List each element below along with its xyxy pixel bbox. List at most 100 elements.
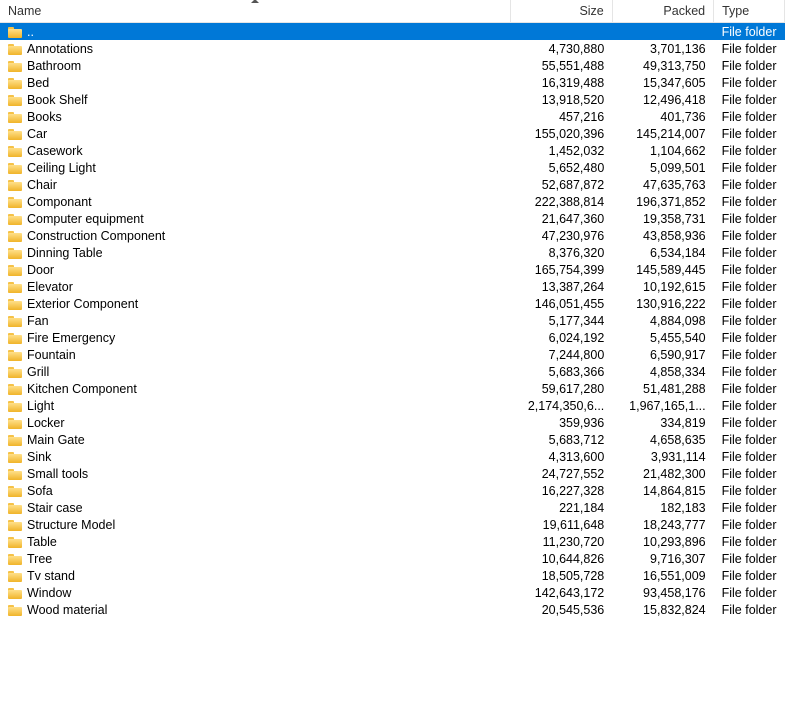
cell-type: File folder [714,142,785,159]
cell-type: File folder [714,414,785,431]
cell-name: Grill [0,363,511,380]
file-row[interactable]: Componant222,388,814196,371,852File fold… [0,193,785,210]
file-row[interactable]: Dinning Table8,376,3206,534,184File fold… [0,244,785,261]
cell-packed: 15,832,824 [612,601,713,618]
cell-size: 5,683,712 [511,431,612,448]
file-row[interactable]: Exterior Component146,051,455130,916,222… [0,295,785,312]
cell-size: 20,545,536 [511,601,612,618]
file-name-label: Bathroom [27,59,81,73]
cell-type: File folder [714,346,785,363]
cell-name: Table [0,533,511,550]
file-name-label: Main Gate [27,433,85,447]
folder-icon [8,111,22,122]
file-row[interactable]: Fire Emergency6,024,1925,455,540File fol… [0,329,785,346]
cell-packed: 5,455,540 [612,329,713,346]
cell-name: Dinning Table [0,244,511,261]
file-row[interactable]: Stair case221,184182,183File folder [0,499,785,516]
file-row[interactable]: Structure Model19,611,64818,243,777File … [0,516,785,533]
cell-packed: 182,183 [612,499,713,516]
file-row[interactable]: Wood material20,545,53615,832,824File fo… [0,601,785,618]
file-row[interactable]: Fan5,177,3444,884,098File folder [0,312,785,329]
column-header-name[interactable]: Name [0,0,511,23]
cell-size: 8,376,320 [511,244,612,261]
cell-name: Kitchen Component [0,380,511,397]
cell-size: 19,611,648 [511,516,612,533]
file-row[interactable]: Bathroom55,551,48849,313,750File folder [0,57,785,74]
file-row[interactable]: Books457,216401,736File folder [0,108,785,125]
cell-name: Construction Component [0,227,511,244]
file-row[interactable]: Annotations4,730,8803,701,136File folder [0,40,785,57]
file-row[interactable]: Kitchen Component59,617,28051,481,288Fil… [0,380,785,397]
folder-icon [8,587,22,598]
file-name-label: Book Shelf [27,93,87,107]
cell-size: 59,617,280 [511,380,612,397]
file-row[interactable]: Door165,754,399145,589,445File folder [0,261,785,278]
cell-packed: 145,214,007 [612,125,713,142]
folder-icon [8,128,22,139]
cell-size: 221,184 [511,499,612,516]
file-row[interactable]: Light2,174,350,6...1,967,165,1...File fo… [0,397,785,414]
cell-type: File folder [714,23,785,41]
cell-type: File folder [714,601,785,618]
column-header-packed[interactable]: Packed [612,0,713,23]
cell-packed [612,23,713,41]
cell-size: 16,319,488 [511,74,612,91]
folder-icon [8,196,22,207]
column-header-size[interactable]: Size [511,0,612,23]
file-row[interactable]: Car155,020,396145,214,007File folder [0,125,785,142]
file-row[interactable]: Sink4,313,6003,931,114File folder [0,448,785,465]
file-name-label: Computer equipment [27,212,144,226]
file-row[interactable]: Window142,643,17293,458,176File folder [0,584,785,601]
cell-type: File folder [714,448,785,465]
cell-name: Books [0,108,511,125]
file-row[interactable]: Elevator13,387,26410,192,615File folder [0,278,785,295]
cell-packed: 3,701,136 [612,40,713,57]
file-name-label: Casework [27,144,83,158]
cell-type: File folder [714,125,785,142]
cell-type: File folder [714,380,785,397]
folder-icon [8,77,22,88]
file-row[interactable]: Table11,230,72010,293,896File folder [0,533,785,550]
file-row[interactable]: Grill5,683,3664,858,334File folder [0,363,785,380]
file-name-label: Structure Model [27,518,115,532]
file-row[interactable]: Tv stand18,505,72816,551,009File folder [0,567,785,584]
cell-name: Tv stand [0,567,511,584]
file-row[interactable]: Ceiling Light5,652,4805,099,501File fold… [0,159,785,176]
column-header-row: Name Size Packed Type [0,0,785,23]
cell-name: Locker [0,414,511,431]
cell-size: 47,230,976 [511,227,612,244]
file-row[interactable]: Sofa16,227,32814,864,815File folder [0,482,785,499]
cell-packed: 9,716,307 [612,550,713,567]
cell-size: 2,174,350,6... [511,397,612,414]
cell-packed: 10,293,896 [612,533,713,550]
file-row[interactable]: Small tools24,727,55221,482,300File fold… [0,465,785,482]
folder-icon [8,315,22,326]
parent-folder-row[interactable]: .. File folder [0,23,785,41]
cell-packed: 14,864,815 [612,482,713,499]
column-header-packed-label: Packed [663,4,705,18]
file-row[interactable]: Bed16,319,48815,347,605File folder [0,74,785,91]
cell-size: 1,452,032 [511,142,612,159]
file-row[interactable]: Locker359,936334,819File folder [0,414,785,431]
folder-icon [8,60,22,71]
cell-packed: 4,884,098 [612,312,713,329]
column-header-type[interactable]: Type [714,0,785,23]
cell-packed: 130,916,222 [612,295,713,312]
file-row[interactable]: Computer equipment21,647,36019,358,731Fi… [0,210,785,227]
file-row[interactable]: Casework1,452,0321,104,662File folder [0,142,785,159]
file-row[interactable]: Construction Component47,230,97643,858,9… [0,227,785,244]
cell-type: File folder [714,533,785,550]
file-row[interactable]: Tree10,644,8269,716,307File folder [0,550,785,567]
cell-name: .. [0,23,511,41]
folder-icon [8,468,22,479]
cell-packed: 145,589,445 [612,261,713,278]
cell-packed: 6,534,184 [612,244,713,261]
file-name-label: Annotations [27,42,93,56]
file-name-label: Elevator [27,280,73,294]
file-row[interactable]: Chair52,687,87247,635,763File folder [0,176,785,193]
file-row[interactable]: Main Gate5,683,7124,658,635File folder [0,431,785,448]
folder-icon [8,298,22,309]
file-row[interactable]: Book Shelf13,918,52012,496,418File folde… [0,91,785,108]
file-row[interactable]: Fountain7,244,8006,590,917File folder [0,346,785,363]
file-name-label: Dinning Table [27,246,103,260]
